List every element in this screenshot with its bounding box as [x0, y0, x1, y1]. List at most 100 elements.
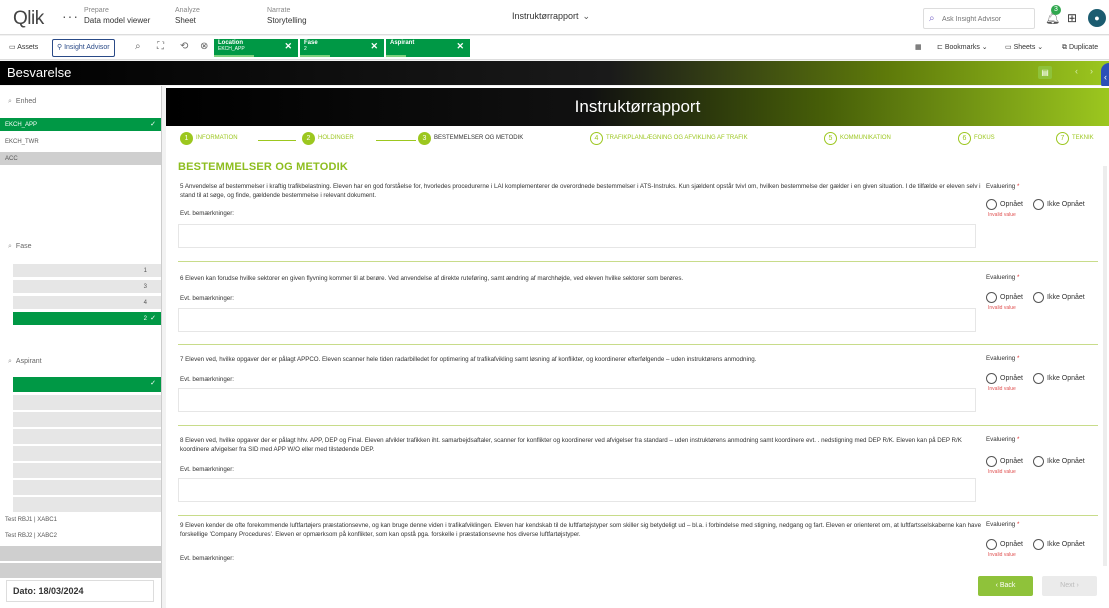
- apps-grid-icon[interactable]: ⊞: [1067, 11, 1077, 25]
- radio-ikke-opnaaet[interactable]: Ikke Opnået: [1033, 292, 1085, 303]
- filter-fase-header[interactable]: ⌕ Fase: [8, 243, 31, 251]
- more-menu-icon[interactable]: ···: [62, 8, 79, 24]
- user-avatar[interactable]: ●: [1088, 9, 1106, 27]
- nav-analyze-value: Sheet: [175, 15, 196, 25]
- remark-input[interactable]: [178, 478, 976, 502]
- search-icon: ⌕: [8, 243, 12, 250]
- list-item[interactable]: [13, 395, 161, 411]
- step-kommunikation[interactable]: 5 KOMMUNIKATION: [824, 132, 891, 146]
- list-item[interactable]: [13, 412, 161, 428]
- step-back-icon[interactable]: ⟲: [180, 41, 188, 52]
- duplicate-label: Duplicate: [1068, 44, 1099, 51]
- list-item[interactable]: 2 ✓: [13, 312, 161, 326]
- list-item[interactable]: [13, 429, 161, 445]
- step-holdinger[interactable]: 2 HOLDINGER: [302, 132, 354, 146]
- list-item[interactable]: ✓: [13, 377, 161, 393]
- bookmarks-button[interactable]: ⊏ Bookmarks ⌄: [937, 40, 988, 56]
- nav-narrate-label: Narrate: [267, 7, 291, 14]
- radio-opnaaet[interactable]: Opnået: [986, 292, 1023, 303]
- close-icon[interactable]: ✕: [284, 41, 292, 52]
- radio-circle: [986, 373, 997, 384]
- step-information[interactable]: 1 INFORMATION: [180, 132, 238, 146]
- previous-sheet-icon[interactable]: ‹: [1075, 66, 1078, 76]
- selection-chip-location[interactable]: Location EKCH_APP ✕: [214, 39, 298, 57]
- insight-advisor-button[interactable]: ⚲ Insight Advisor: [52, 39, 115, 57]
- radio-label: Opnået: [1000, 541, 1023, 548]
- list-item[interactable]: [13, 480, 161, 496]
- date-display: Dato: 18/03/2024: [6, 580, 154, 602]
- radio-ikke-opnaaet[interactable]: Ikke Opnået: [1033, 373, 1085, 384]
- back-button[interactable]: ‹ Back: [978, 576, 1033, 596]
- nav-narrate[interactable]: Narrate Storytelling: [267, 7, 307, 26]
- list-item-label: 3: [143, 284, 147, 290]
- selection-tool-icon[interactable]: ⛶: [157, 41, 164, 52]
- next-button[interactable]: Next ›: [1042, 576, 1097, 596]
- insight-search[interactable]: ⌕: [923, 8, 1035, 29]
- step-number: 3: [418, 132, 431, 145]
- question-text: 5 Anvendelse af bestemmelser i kraftig t…: [180, 183, 981, 199]
- selection-chip-fase[interactable]: Fase 2 ✕: [300, 39, 384, 57]
- radio-label: Ikke Opnået: [1047, 375, 1085, 382]
- step-bestemmelser[interactable]: 3 BESTEMMELSER OG METODIK: [418, 132, 523, 146]
- sheet-view-icon[interactable]: ▤: [1038, 66, 1052, 79]
- radio-ikke-opnaaet[interactable]: Ikke Opnået: [1033, 456, 1085, 467]
- radio-opnaaet[interactable]: Opnået: [986, 373, 1023, 384]
- list-item[interactable]: [0, 546, 161, 562]
- remark-label: Evt. bemærkninger:: [180, 376, 234, 383]
- remark-input[interactable]: [178, 388, 976, 412]
- duplicate-icon: ⧉: [1062, 44, 1069, 51]
- question-block: 9 Eleven kender de ofte forekommende luf…: [178, 515, 1098, 571]
- list-item[interactable]: [13, 446, 161, 462]
- question-block: 6 Eleven kan forudse hvilke sektorer en …: [178, 261, 1098, 334]
- insight-search-input[interactable]: [942, 12, 1032, 26]
- radio-opnaaet[interactable]: Opnået: [986, 199, 1023, 210]
- app-title-dropdown[interactable]: Instruktørrapport ⌄: [512, 11, 590, 22]
- clear-selections-icon[interactable]: ⊗: [200, 41, 208, 52]
- smart-search-icon[interactable]: ⌕: [135, 41, 141, 52]
- list-item[interactable]: [13, 497, 161, 513]
- list-item[interactable]: [13, 463, 161, 479]
- close-icon[interactable]: ✕: [370, 41, 378, 52]
- list-item[interactable]: 4: [13, 296, 161, 310]
- radio-opnaaet[interactable]: Opnået: [986, 456, 1023, 467]
- selection-chip-aspirant[interactable]: Aspirant ✕: [386, 39, 470, 57]
- step-fokus[interactable]: 6 FOKUS: [958, 132, 995, 146]
- radio-ikke-opnaaet[interactable]: Ikke Opnået: [1033, 199, 1085, 210]
- remark-input[interactable]: [178, 224, 976, 248]
- step-number: 4: [590, 132, 603, 145]
- chip-title: Aspirant: [390, 40, 415, 46]
- step-trafikplanlaegning[interactable]: 4 TRAFIKPLANLÆGNING OG AFVIKLING AF TRAFI…: [590, 132, 748, 146]
- filter-aspirant-header[interactable]: ⌕ Aspirant: [8, 358, 42, 366]
- chip-progress: [386, 55, 406, 57]
- list-item[interactable]: EKCH_APP ✓: [0, 118, 161, 132]
- bookmark-icon: ⊏: [937, 44, 945, 51]
- close-icon[interactable]: ✕: [456, 41, 464, 52]
- next-sheet-icon[interactable]: ›: [1090, 66, 1093, 76]
- list-item[interactable]: 1: [13, 264, 161, 278]
- assets-button[interactable]: ▭ Assets: [4, 39, 43, 57]
- list-item[interactable]: [0, 563, 161, 579]
- nav-narrate-value: Storytelling: [267, 15, 307, 25]
- list-item[interactable]: ACC: [0, 152, 161, 166]
- question-block: 5 Anvendelse af bestemmelser i kraftig t…: [178, 182, 1098, 252]
- sheets-button[interactable]: ▭ Sheets ⌄: [1005, 40, 1043, 56]
- section-title: BESTEMMELSER OG METODIK: [178, 161, 349, 173]
- scrollbar[interactable]: [1103, 166, 1107, 566]
- nav-analyze[interactable]: Analyze Sheet: [175, 7, 200, 26]
- required-marker: *: [1016, 183, 1020, 190]
- list-item[interactable]: EKCH_TWR: [0, 135, 161, 149]
- list-item-label: ACC: [5, 156, 18, 162]
- edit-grid-icon[interactable]: ▦: [915, 40, 922, 56]
- radio-ikke-opnaaet[interactable]: Ikke Opnået: [1033, 539, 1085, 550]
- nav-prepare[interactable]: Prepare Data model viewer: [84, 7, 150, 26]
- list-item[interactable]: Test RBJ1 | XABC1: [0, 513, 161, 529]
- step-teknik[interactable]: 7 TEKNIK: [1056, 132, 1094, 146]
- list-item[interactable]: 3: [13, 280, 161, 294]
- radio-circle: [1033, 199, 1044, 210]
- duplicate-button[interactable]: ⧉ Duplicate: [1062, 40, 1098, 56]
- radio-opnaaet[interactable]: Opnået: [986, 539, 1023, 550]
- remark-input[interactable]: [178, 308, 976, 332]
- list-item[interactable]: Test RBJ2 | XABC2: [0, 529, 161, 545]
- filter-enhed-header[interactable]: ⌕ Enhed: [8, 98, 36, 106]
- qlik-logo[interactable]: Qlik: [13, 8, 44, 30]
